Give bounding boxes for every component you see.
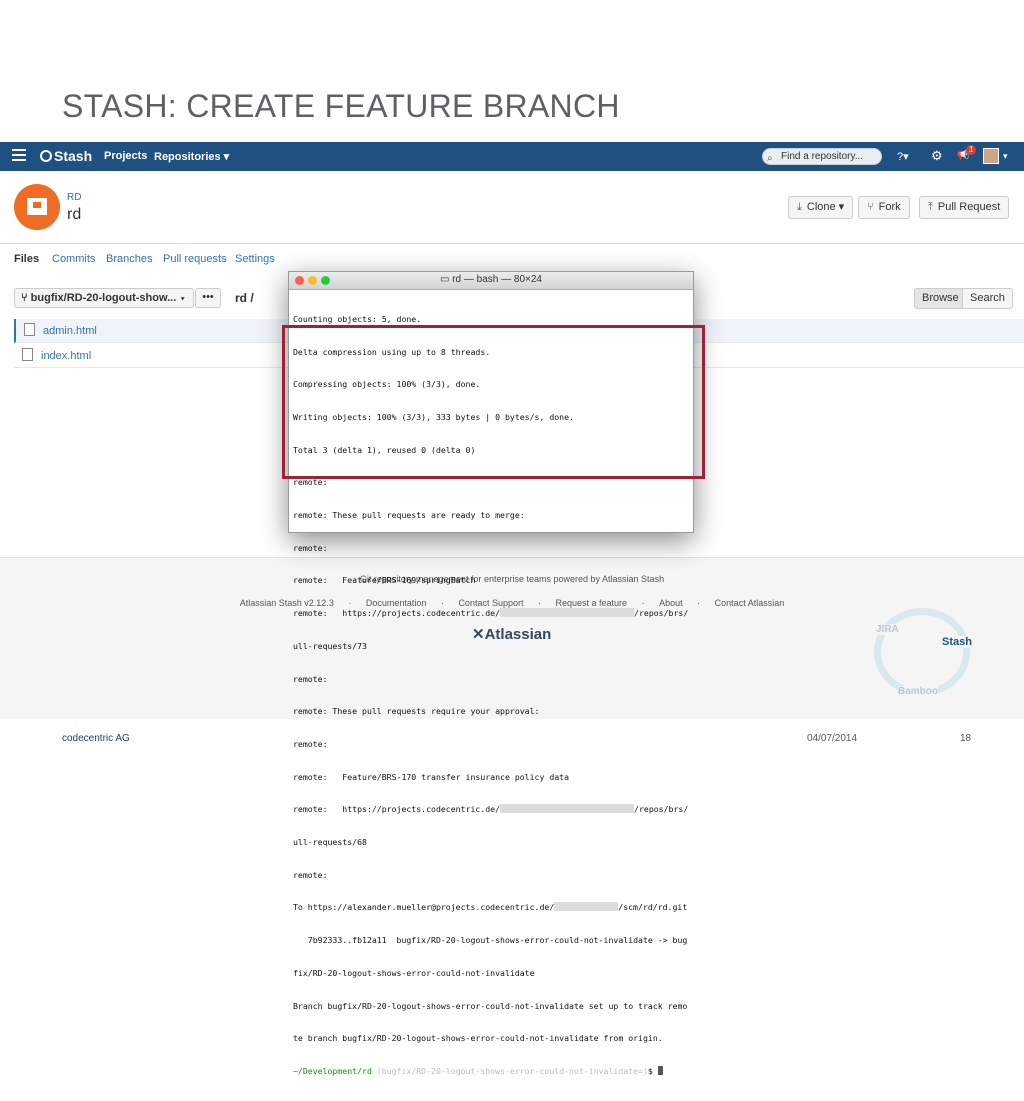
- footer-separator: ·: [697, 598, 701, 608]
- search-icon: ⌕: [767, 153, 773, 164]
- branch-label: bugfix/RD-20-logout-show... ▾: [30, 292, 186, 304]
- footer-link-atlassian[interactable]: Contact Atlassian: [715, 598, 785, 608]
- more-actions-button[interactable]: •••: [195, 288, 221, 308]
- terminal-line: ull-requests/73: [293, 640, 367, 651]
- stash-logo-text: Stash: [54, 148, 93, 164]
- terminal-line: Branch bugfix/RD-20-logout-shows-error-c…: [293, 1000, 688, 1011]
- tab-pull-requests[interactable]: Pull requests: [163, 253, 227, 265]
- tabs-divider: [0, 243, 1024, 244]
- terminal-titlebar[interactable]: ▭ rd — bash — 80×24: [289, 272, 693, 290]
- url-prefix: remote: https://projects.codecentric.de/: [293, 804, 501, 815]
- terminal-line: remote:: [293, 542, 328, 553]
- url-suffix: /repos/brs/p: [634, 608, 689, 619]
- nav-repositories[interactable]: Repositories ▾: [154, 150, 229, 163]
- terminal-line: remote:: [293, 869, 328, 880]
- tab-settings[interactable]: Settings: [235, 253, 275, 265]
- repo-avatar-icon: [14, 184, 60, 230]
- stash-logo-small: Stash: [942, 636, 972, 648]
- terminal-line: ull-requests/68: [293, 837, 367, 848]
- menu-icon[interactable]: [12, 149, 26, 162]
- terminal-line: To https://alexander.mueller@projects.co…: [293, 902, 689, 913]
- search-toggle[interactable]: Search: [962, 288, 1013, 309]
- terminal-title: ▭ rd — bash — 80×24: [289, 274, 693, 285]
- remote-url-suffix: /scm/rd/rd.git: [618, 902, 688, 913]
- terminal-line: 7b92333..fb12a11 bugfix/RD-20-logout-sho…: [293, 935, 688, 946]
- clone-button[interactable]: ⤓ Clone ▾: [788, 196, 854, 219]
- tab-commits[interactable]: Commits: [52, 253, 95, 265]
- file-icon: [22, 348, 33, 361]
- terminal-line: remote:: [293, 738, 328, 749]
- pull-request-button[interactable]: ⤒ Pull Request: [919, 196, 1010, 219]
- project-key-link[interactable]: RD: [67, 192, 81, 203]
- stash-logo[interactable]: Stash: [40, 148, 92, 164]
- terminal-line: remote: These pull requests are ready to…: [293, 510, 525, 521]
- product-cycle-graphic: JIRA Stash Bamboo: [866, 600, 986, 712]
- file-name: index.html: [41, 350, 92, 362]
- terminal-prompt[interactable]: ~/Development/rd (bugfix/RD-20-logout-sh…: [293, 1065, 689, 1077]
- fork-button[interactable]: ⑂ Fork: [858, 196, 910, 219]
- terminal-line: remote: Feature/BRS-169/springBatch: [293, 575, 476, 586]
- clone-label: Clone ▾: [806, 201, 845, 213]
- redacted-block: [500, 608, 635, 618]
- notification-badge: 1: [966, 145, 977, 155]
- download-icon: ⤓: [797, 201, 802, 213]
- gear-icon[interactable]: ⚙: [931, 148, 943, 164]
- terminal-title-text: rd — bash — 80×24: [452, 274, 542, 285]
- footer-date: 04/07/2014: [807, 733, 858, 744]
- browse-toggle[interactable]: Browse: [914, 288, 967, 309]
- terminal-line: remote: https://projects.codecentric.de/…: [293, 804, 689, 815]
- branch-selector[interactable]: ⑂ bugfix/RD-20-logout-show... ▾: [14, 288, 194, 308]
- highlight-box: [282, 325, 705, 479]
- cycle-ring: [874, 608, 970, 696]
- prompt-symbol: $: [647, 1065, 658, 1076]
- terminal-line: remote: These pull requests require your…: [293, 706, 540, 717]
- repo-name: rd: [67, 206, 82, 223]
- tab-branches[interactable]: Branches: [106, 253, 152, 265]
- path-breadcrumb: rd /: [235, 291, 254, 305]
- fork-label: Fork: [878, 201, 901, 213]
- avatar-caret-icon[interactable]: ▾: [1003, 151, 1008, 162]
- bamboo-logo: Bamboo: [898, 686, 938, 697]
- terminal-line: remote: https://projects.codecentric.de/…: [293, 608, 689, 619]
- file-icon: [24, 323, 35, 336]
- stash-logo-icon: [40, 150, 52, 162]
- terminal-line: remote:: [293, 673, 328, 684]
- file-name: admin.html: [43, 325, 97, 337]
- search-placeholder: Find a repository...: [781, 151, 864, 162]
- terminal-line: fix/RD-20-logout-shows-error-could-not-i…: [293, 967, 535, 978]
- prompt-path: ~/Development/rd: [293, 1065, 372, 1076]
- remote-url-prefix: To https://alexander.mueller@projects.co…: [293, 902, 555, 913]
- page-number: 18: [960, 733, 972, 744]
- terminal-line: te branch bugfix/RD-20-logout-shows-erro…: [293, 1033, 663, 1044]
- footer-company: codecentric AG: [62, 733, 130, 744]
- terminal-line: Counting objects: 5, done.: [293, 313, 422, 324]
- avatar[interactable]: [983, 148, 999, 164]
- url-suffix: /repos/brs/p: [634, 804, 689, 815]
- top-navbar: Stash Projects Repositories ▾ ⌕ Find a re…: [0, 142, 1024, 171]
- upload-icon: ⤒: [928, 201, 933, 213]
- cursor: [657, 1065, 663, 1075]
- fork-icon: ⑂: [867, 201, 874, 213]
- redacted-block: [554, 902, 619, 912]
- search-input[interactable]: ⌕ Find a repository...: [762, 148, 882, 165]
- redacted-block: [500, 804, 635, 814]
- nav-projects[interactable]: Projects: [104, 150, 147, 162]
- terminal-line: remote: Feature/BRS-170 transfer insuran…: [293, 771, 570, 782]
- pull-request-label: Pull Request: [937, 201, 1001, 213]
- branch-icon: ⑂: [21, 292, 31, 304]
- folder-icon: ▭: [439, 274, 453, 285]
- slide-title: STASH: CREATE FEATURE BRANCH: [62, 88, 620, 124]
- help-icon[interactable]: ?▾: [897, 150, 909, 163]
- jira-logo: JIRA: [876, 624, 899, 635]
- tab-files[interactable]: Files: [14, 253, 39, 265]
- url-prefix: remote: https://projects.codecentric.de/: [293, 608, 501, 619]
- prompt-branch: (bugfix/RD-20-logout-shows-error-could-n…: [371, 1065, 648, 1076]
